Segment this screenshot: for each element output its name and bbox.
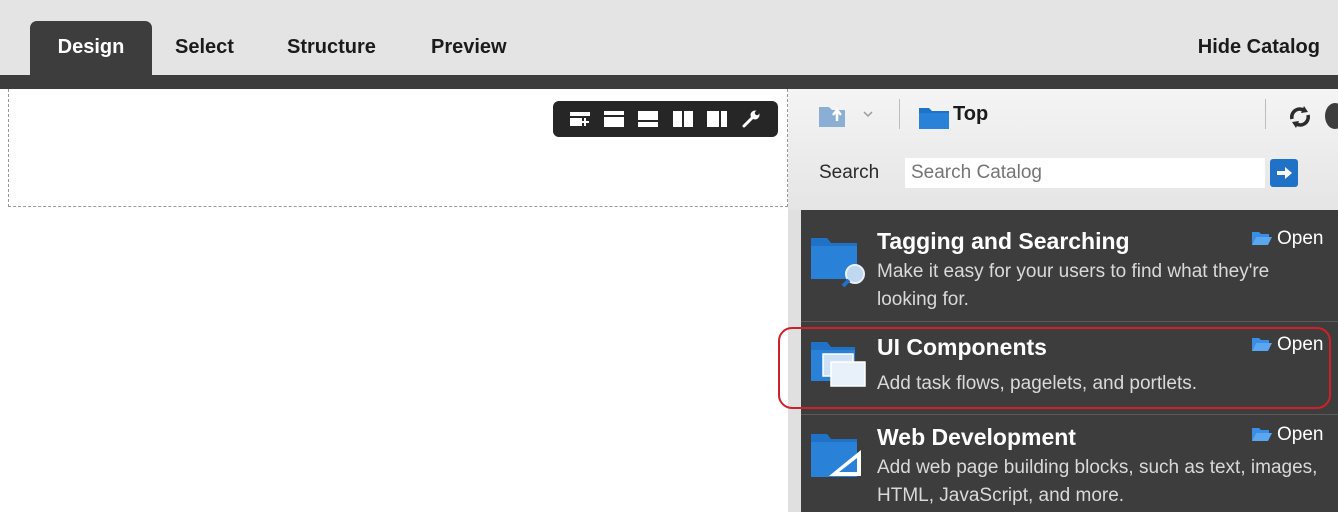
search-input[interactable] — [905, 158, 1265, 188]
one-column-icon[interactable] — [604, 110, 625, 128]
more-options-icon[interactable] — [1325, 103, 1338, 129]
refresh-icon[interactable] — [1287, 104, 1313, 135]
three-column-icon[interactable] — [706, 110, 727, 128]
wrench-icon[interactable] — [741, 110, 761, 128]
catalog-item-web-development[interactable]: Web Development Add web page building bl… — [801, 424, 1338, 512]
item-divider — [801, 414, 1338, 415]
item-title[interactable]: Tagging and Searching — [877, 228, 1130, 255]
open-label: Open — [1277, 424, 1324, 445]
catalog-location[interactable]: Top — [953, 103, 988, 126]
highlight-frame — [778, 327, 1331, 409]
open-link[interactable]: Open — [1251, 228, 1323, 250]
search-go-button[interactable] — [1270, 159, 1298, 187]
open-folder-icon — [1252, 232, 1272, 245]
item-divider — [801, 321, 1338, 322]
item-description: Make it easy for your users to find what… — [877, 261, 1270, 310]
folder-up-icon[interactable] — [817, 101, 853, 134]
two-column-icon[interactable] — [672, 110, 693, 128]
search-label: Search — [819, 162, 880, 183]
chevron-down-icon[interactable] — [862, 103, 878, 125]
folder-icon[interactable] — [918, 104, 950, 135]
web-development-folder-icon — [809, 430, 867, 489]
tagging-folder-icon — [809, 234, 865, 295]
toolbar-separator — [1265, 99, 1266, 129]
open-link[interactable]: Open — [1251, 424, 1323, 446]
tab-preview[interactable]: Preview — [431, 21, 507, 75]
tab-underline — [0, 75, 1338, 89]
two-row-icon[interactable] — [638, 110, 659, 128]
item-description: Add web page building blocks, such as te… — [877, 457, 1318, 506]
item-title[interactable]: Web Development — [877, 424, 1076, 451]
hide-catalog-link[interactable]: Hide Catalog — [1198, 21, 1320, 73]
tab-select[interactable]: Select — [175, 21, 234, 75]
layout-toolbar — [553, 101, 778, 137]
tab-structure[interactable]: Structure — [287, 21, 376, 75]
catalog-item-tagging[interactable]: Tagging and Searching Make it easy for y… — [801, 228, 1338, 314]
tab-design[interactable]: Design — [30, 21, 152, 75]
arrow-right-icon — [1277, 167, 1292, 179]
open-folder-icon — [1252, 428, 1272, 441]
toolbar-separator — [899, 99, 900, 129]
add-box-icon[interactable] — [570, 110, 591, 128]
open-label: Open — [1277, 228, 1324, 249]
